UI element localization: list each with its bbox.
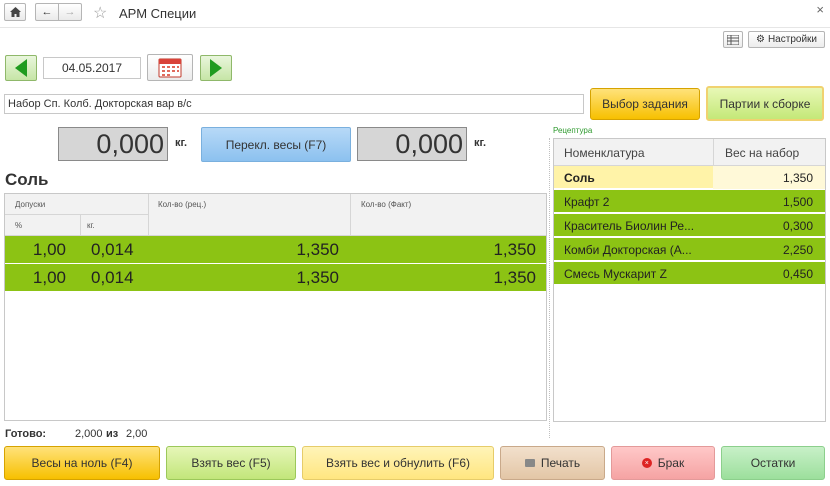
remains-label: Остатки: [750, 456, 796, 470]
settings-button[interactable]: ⚙ Настройки: [748, 31, 825, 48]
row-percent: 1,00: [32, 240, 66, 259]
header-name: Номенклатура: [564, 146, 645, 160]
zero-scales-label: Весы на ноль (F4): [31, 456, 133, 470]
printer-icon: [524, 459, 535, 467]
header-percent: %: [15, 221, 23, 230]
header-qty-recipe: Кол-во (рец.): [158, 200, 207, 209]
favorite-star-icon[interactable]: ☆: [93, 3, 107, 23]
recipe-row-weight: 0,450: [782, 267, 813, 281]
take-weight-reset-label: Взять вес и обнулить (F6): [325, 456, 471, 470]
recipe-table: Номенклатура Вес на набор Соль 1,350 Кра…: [553, 138, 826, 422]
gear-icon: ⚙: [755, 34, 765, 45]
recipe-row-name: Крафт 2: [564, 195, 610, 209]
weighing-table: Допуски % кг. Кол-во (рец.) Кол-во (Факт…: [4, 193, 547, 421]
recipe-row[interactable]: Крафт 2 1,500: [554, 190, 825, 213]
calendar-icon: [158, 58, 182, 78]
home-button[interactable]: [4, 3, 26, 21]
forward-button[interactable]: →: [58, 3, 82, 21]
task-field[interactable]: Набор Сп. Колб. Докторская вар в/с: [4, 94, 584, 114]
header-kg: кг.: [87, 221, 95, 230]
previous-date-button[interactable]: [5, 55, 37, 81]
recipe-row-weight: 0,300: [782, 219, 813, 233]
recipe-row-weight: 2,250: [782, 243, 813, 257]
row-qty-fact: 1,350: [493, 268, 536, 287]
row-kg: 0,014: [91, 240, 134, 259]
reject-label: Брак: [657, 456, 685, 470]
recipe-row-name: Смесь Мускарит Z: [564, 267, 667, 281]
recipe-row[interactable]: Комби Докторская (А... 2,250: [554, 238, 825, 261]
select-task-button[interactable]: Выбор задания: [590, 88, 700, 120]
grid-icon: [727, 34, 739, 45]
arrow-left-icon: [15, 59, 27, 77]
take-weight-reset-button[interactable]: Взять вес и обнулить (F6): [302, 446, 494, 480]
take-weight-label: Взять вес (F5): [191, 456, 271, 470]
arrow-right-icon: [210, 59, 222, 77]
window-title: АРМ Специи: [119, 6, 197, 21]
take-weight-button[interactable]: Взять вес (F5): [166, 446, 296, 480]
recipe-row-name: Комби Докторская (А...: [564, 243, 692, 257]
zero-scales-button[interactable]: Весы на ноль (F4): [4, 446, 160, 480]
ready-total-value: 2,00: [126, 428, 148, 440]
scale-1-unit: кг.: [175, 137, 188, 149]
recipe-row[interactable]: Краситель Биолин Ре... 0,300: [554, 214, 825, 237]
scale-1-display: 0,000: [58, 127, 168, 161]
print-label: Печать: [540, 456, 581, 470]
recipe-row-name: Соль: [564, 171, 595, 185]
header-weight: Вес на набор: [725, 146, 800, 160]
ready-label: Готово:: [5, 428, 47, 440]
batches-button[interactable]: Партии к сборке: [706, 86, 824, 121]
close-icon[interactable]: ×: [816, 2, 824, 17]
header-tolerance: Допуски: [15, 200, 46, 209]
arrow-left-icon: ←: [41, 6, 53, 18]
row-percent: 1,00: [32, 268, 66, 287]
calendar-button[interactable]: [147, 54, 193, 81]
back-button[interactable]: ←: [35, 3, 59, 21]
reject-icon: ×: [641, 458, 652, 468]
ingredient-title: Соль: [5, 170, 49, 189]
table-row[interactable]: 1,00 0,014 1,350 1,350: [5, 264, 546, 292]
divider: [549, 138, 550, 438]
recipe-row-weight: 1,350: [782, 171, 813, 185]
row-qty-recipe: 1,350: [296, 240, 339, 259]
next-date-button[interactable]: [200, 55, 232, 81]
title-bar: ← → ☆ АРМ Специи ×: [0, 0, 830, 28]
row-qty-fact: 1,350: [493, 240, 536, 259]
settings-label: Настройки: [767, 34, 817, 45]
ready-of-label: из: [106, 428, 119, 440]
recipe-row[interactable]: Смесь Мускарит Z 0,450: [554, 262, 825, 285]
arrow-right-icon: →: [64, 6, 76, 18]
reject-button[interactable]: × Брак: [611, 446, 715, 480]
recipe-row-name: Краситель Биолин Ре...: [564, 219, 695, 233]
ready-done-value: 2,000: [75, 428, 103, 440]
table-row[interactable]: 1,00 0,014 1,350 1,350: [5, 236, 546, 264]
date-field[interactable]: 04.05.2017: [43, 57, 141, 79]
recipe-row-weight: 1,500: [782, 195, 813, 209]
switch-scales-button[interactable]: Перекл. весы (F7): [201, 127, 351, 162]
row-kg: 0,014: [91, 268, 134, 287]
row-qty-recipe: 1,350: [296, 268, 339, 287]
scale-2-unit: кг.: [474, 137, 487, 149]
scale-2-display: 0,000: [357, 127, 467, 161]
header-qty-fact: Кол-во (Факт): [361, 200, 412, 209]
home-icon: [9, 7, 21, 17]
grid-view-button[interactable]: [723, 31, 743, 48]
recipe-row[interactable]: Соль 1,350: [554, 166, 825, 189]
recipe-table-header: Номенклатура Вес на набор: [554, 139, 825, 166]
remains-button[interactable]: Остатки: [721, 446, 825, 480]
print-button[interactable]: Печать: [500, 446, 605, 480]
table-header: Допуски % кг. Кол-во (рец.) Кол-во (Факт…: [5, 194, 546, 236]
recipe-label: Рецептура: [553, 126, 593, 135]
